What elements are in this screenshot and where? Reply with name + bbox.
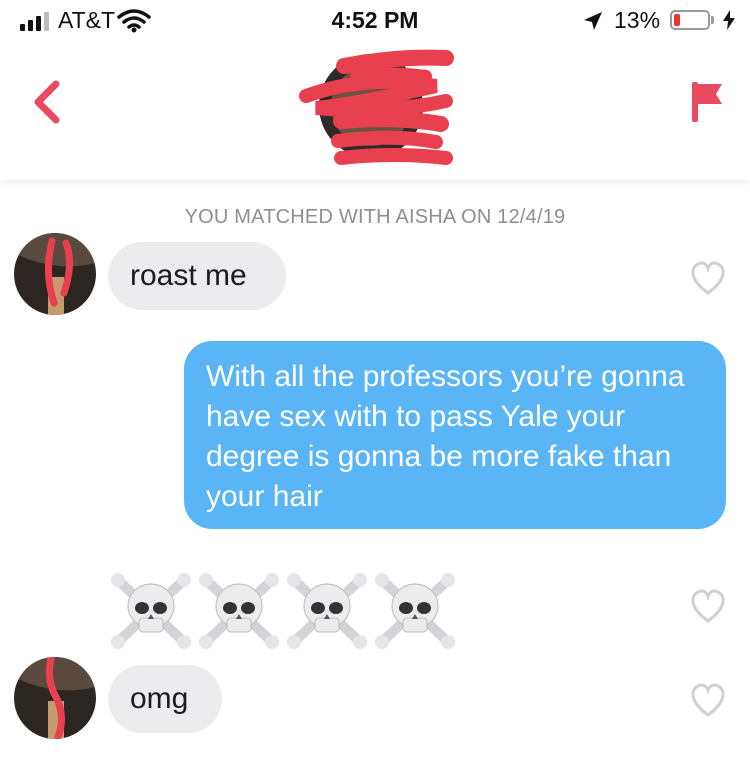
like-heart-icon[interactable]: [688, 588, 728, 624]
skull-crossbones-icon: [287, 573, 367, 649]
battery-percent: 13%: [614, 7, 661, 33]
sender-avatar[interactable]: [14, 657, 96, 739]
match-notice: YOU MATCHED WITH AISHA ON 12/4/19: [184, 206, 566, 228]
incoming-message[interactable]: roast me: [108, 242, 286, 310]
skull-crossbones-icon: [199, 573, 279, 649]
emoji-message[interactable]: [110, 570, 456, 652]
sender-avatar[interactable]: [14, 233, 96, 315]
battery-cap: [711, 16, 714, 24]
status-bar: AT&T 4:52 PM 13%: [0, 0, 750, 40]
incoming-message[interactable]: omg: [108, 665, 222, 733]
like-heart-icon[interactable]: [688, 260, 728, 296]
report-flag-button[interactable]: [686, 78, 726, 126]
location-arrow-icon: [584, 12, 602, 30]
back-button[interactable]: [28, 78, 68, 126]
outgoing-message[interactable]: With all the professors you’re gonna hav…: [184, 341, 726, 529]
chat-header: [0, 40, 750, 180]
match-profile-avatar[interactable]: [296, 46, 466, 176]
skull-crossbones-icon: [375, 573, 455, 649]
charging-bolt-icon: [723, 10, 735, 30]
skull-crossbones-icon: [111, 573, 191, 649]
like-heart-icon[interactable]: [688, 682, 728, 718]
battery-icon: [670, 10, 710, 30]
